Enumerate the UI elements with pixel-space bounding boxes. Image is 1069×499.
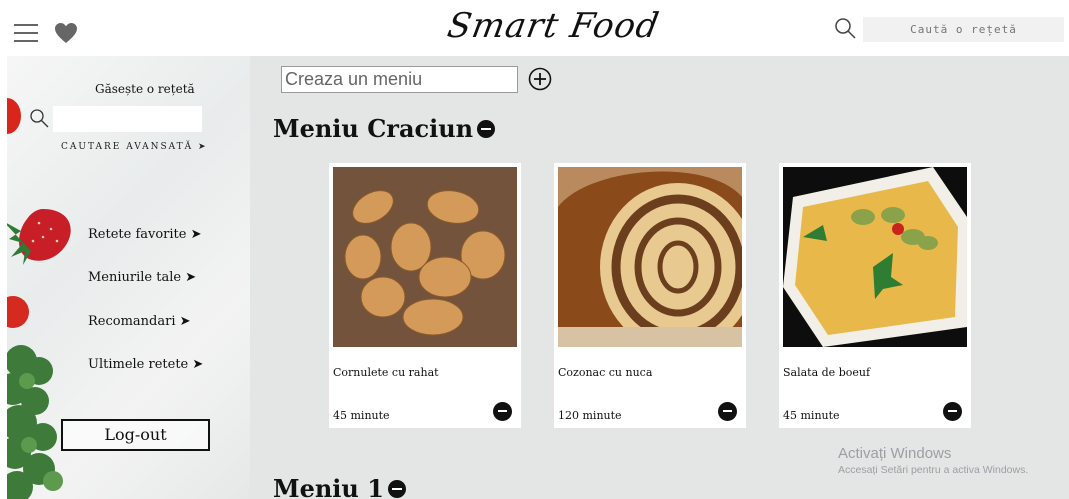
windows-activation-watermark: Activați Windows Accesați Setări pentru … xyxy=(838,445,1028,476)
find-recipe-title: Găsește o rețetă xyxy=(95,82,195,96)
recipe-name[interactable]: Cornulete cu rahat xyxy=(333,366,439,379)
tomato-image xyxy=(7,98,21,134)
recipe-image[interactable] xyxy=(783,167,967,347)
menu-title-text: Meniu 1 xyxy=(273,474,384,499)
remove-recipe-icon[interactable] xyxy=(943,402,962,421)
site-logo[interactable]: Smart Food xyxy=(444,6,662,46)
remove-recipe-icon[interactable] xyxy=(718,402,737,421)
advanced-search-link[interactable]: CAUTARE AVANSATĂ ➤ xyxy=(61,142,208,152)
add-menu-button[interactable] xyxy=(528,67,552,91)
header: Smart Food xyxy=(0,0,1069,56)
remove-menu-icon[interactable] xyxy=(477,119,496,138)
heart-icon[interactable] xyxy=(54,22,78,44)
sidebar-item-recommendations[interactable]: Recomandari ➤ xyxy=(88,314,191,329)
create-menu-input[interactable] xyxy=(281,66,518,93)
watermark-line2: Accesați Setări pentru a activa Windows. xyxy=(838,464,1029,476)
recipe-card[interactable]: Cozonac cu nuca 120 minute xyxy=(554,163,746,428)
recipe-search-input[interactable] xyxy=(863,17,1064,42)
recipe-card[interactable]: Salata de boeuf 45 minute xyxy=(779,163,971,428)
recipe-image[interactable] xyxy=(333,167,517,347)
remove-menu-icon[interactable] xyxy=(387,479,406,498)
search-icon[interactable] xyxy=(29,108,49,128)
sidebar-item-your-menus[interactable]: Meniurile tale ➤ xyxy=(88,270,196,285)
recipe-name[interactable]: Salata de boeuf xyxy=(783,366,870,379)
strawberry-image xyxy=(7,209,71,265)
menu-title: Meniu 1 xyxy=(273,474,406,499)
hamburger-menu-icon[interactable] xyxy=(14,24,38,44)
logout-button[interactable]: Log-out xyxy=(61,419,210,451)
recipe-card[interactable]: Cornulete cu rahat 45 minute xyxy=(329,163,521,428)
sidebar-item-favorite-recipes[interactable]: Retete favorite ➤ xyxy=(88,227,202,242)
recipe-name[interactable]: Cozonac cu nuca xyxy=(558,366,652,379)
recipe-time: 45 minute xyxy=(783,409,840,422)
sidebar: Găsește o rețetă CAUTARE AVANSATĂ ➤ Rete… xyxy=(7,56,250,499)
tomato-image xyxy=(7,296,29,328)
recipe-image[interactable] xyxy=(558,167,742,347)
watermark-line1: Activați Windows xyxy=(838,445,952,462)
recipe-time: 120 minute xyxy=(558,409,622,422)
sidebar-search-input[interactable] xyxy=(53,106,202,132)
menu-title-text: Meniu Craciun xyxy=(273,114,474,143)
menu-title: Meniu Craciun xyxy=(273,114,496,143)
recipe-time: 45 minute xyxy=(333,409,390,422)
remove-recipe-icon[interactable] xyxy=(493,402,512,421)
main-content: Meniu Craciun Cornulete cu rahat 45 minu… xyxy=(250,56,1069,499)
search-icon[interactable] xyxy=(833,16,857,40)
sidebar-item-latest-recipes[interactable]: Ultimele retete ➤ xyxy=(88,357,203,372)
